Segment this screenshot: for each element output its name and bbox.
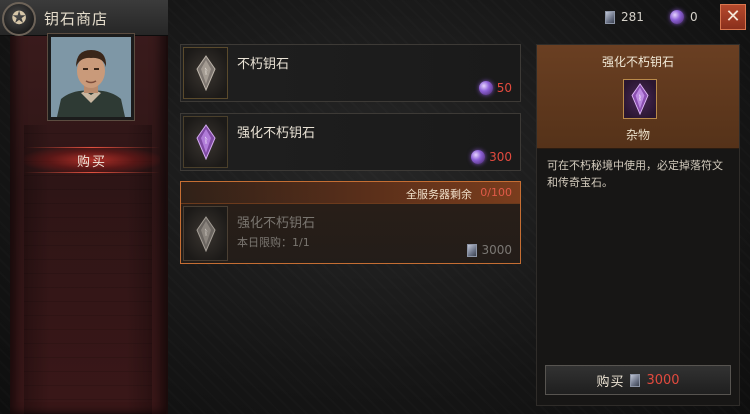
item-name: 强化不朽钥石 (237, 126, 316, 141)
item-price-value: 300 (489, 150, 512, 164)
crystal-currency-icon (630, 373, 641, 387)
crystal-currency-icon (467, 243, 478, 257)
tab-buy-label: 购买 (76, 154, 107, 170)
limit-bar: 全服务器剩余 0/100 (181, 182, 520, 204)
server-limit-count: 0/100 (480, 186, 512, 199)
orb-balance: 0 (670, 10, 698, 24)
vendor-portrait (47, 33, 135, 121)
svg-text:ᚱ: ᚱ (203, 136, 208, 145)
orb-currency-icon (471, 150, 486, 164)
daily-limit: 本日限购：1/1 (237, 236, 310, 249)
item-price: 50 (478, 81, 512, 95)
orb-currency-icon (478, 81, 493, 95)
close-icon: ✕ (725, 6, 741, 27)
crystal-balance-value: 281 (621, 10, 644, 24)
item-price-value: 3000 (481, 243, 512, 257)
crystal-currency-icon (605, 10, 615, 24)
shop-item-enhanced-keystone[interactable]: ᚱ 强化不朽钥石 300 (180, 113, 521, 171)
shop-title: 钥石商店 (44, 10, 109, 28)
item-icon-frame: ᚱ (183, 206, 228, 261)
item-icon-frame: ᚱ (183, 47, 228, 99)
tab-buy[interactable]: 购买 (24, 146, 160, 174)
detail-description: 可在不朽秘境中使用，必定掉落符文和传奇宝石。 (547, 159, 723, 189)
item-price: 300 (471, 150, 512, 164)
svg-text:ᚱ: ᚱ (203, 67, 208, 76)
shop-screen: 钥石商店 ✪ 购买 ᚱ 不朽钥石 50 ᚱ 强化不朽钥石 300 全服务器剩余 … (0, 0, 750, 414)
item-name: 强化不朽钥石 (237, 216, 316, 231)
server-limit-label: 全服务器剩余 (406, 188, 472, 201)
keystone-icon: ᚱ (195, 55, 216, 91)
buy-button-label: 购买 (596, 374, 625, 390)
keystone-icon: ᚱ (195, 215, 216, 252)
item-price-value: 50 (496, 81, 512, 95)
star-emblem-icon: ✪ (2, 2, 36, 36)
keystone-icon: ᚱ (631, 83, 649, 115)
item-detail-panel: 强化不朽钥石 ᚱ 杂物 可在不朽秘境中使用，必定掉落符文和传奇宝石。 购买 30… (536, 44, 740, 406)
svg-text:ᚱ: ᚱ (638, 93, 642, 102)
item-icon-frame: ᚱ (183, 116, 228, 168)
close-button[interactable]: ✕ (720, 4, 746, 30)
shop-item-enhanced-keystone-limited[interactable]: 全服务器剩余 0/100 ᚱ 强化不朽钥石 本日限购：1/1 3000 (180, 181, 521, 264)
detail-item-icon: ᚱ (623, 79, 657, 119)
keystone-icon: ᚱ (195, 124, 216, 160)
svg-text:ᚱ: ᚱ (203, 228, 208, 237)
vendor-avatar (51, 37, 131, 117)
detail-header: 强化不朽钥石 ᚱ 杂物 (537, 45, 739, 149)
orb-balance-value: 0 (690, 10, 698, 24)
crystal-balance: 281 (605, 10, 644, 24)
detail-title: 强化不朽钥石 (601, 55, 674, 69)
buy-button[interactable]: 购买 3000 (545, 365, 731, 395)
shop-item-keystone[interactable]: ᚱ 不朽钥石 50 (180, 44, 521, 102)
item-name: 不朽钥石 (237, 57, 290, 72)
item-price: 3000 (467, 243, 512, 257)
detail-category: 杂物 (625, 128, 650, 142)
buy-price: 3000 (646, 372, 680, 388)
orb-currency-icon (670, 10, 684, 24)
